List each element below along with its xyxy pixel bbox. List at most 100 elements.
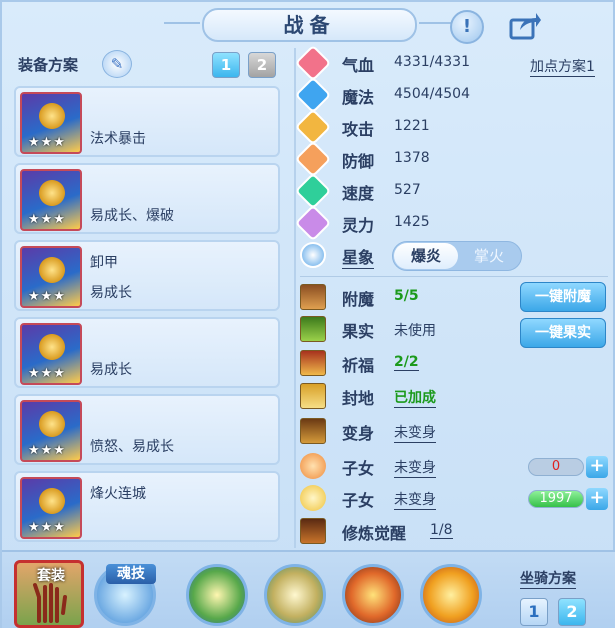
- child-2-progress: 1997: [528, 490, 584, 508]
- stat-name: 封地: [342, 389, 375, 408]
- skill-2-icon[interactable]: [264, 564, 326, 626]
- stat-value: 527: [394, 182, 421, 198]
- star-rating: ★★★: [28, 212, 66, 227]
- mount-plan-tab-2[interactable]: 2: [558, 598, 586, 626]
- equip-line2: 法术暴击: [90, 131, 146, 147]
- star-option-selected[interactable]: 爆炎: [394, 243, 458, 269]
- equip-slot-helmet[interactable]: ★★★ 易成长、爆破: [14, 163, 280, 234]
- stat-value: 1425: [394, 214, 430, 230]
- stat-spirit: 灵力 1425: [294, 204, 600, 242]
- star-sign-toggle[interactable]: 爆炎 掌火: [392, 241, 522, 271]
- one-click-fruit-button[interactable]: 一键果实: [520, 318, 606, 348]
- transform-icon: [300, 418, 326, 444]
- section-separator: [300, 276, 608, 277]
- stat-value: 未变身: [394, 489, 436, 510]
- hand-icon: [33, 583, 67, 623]
- share-icon[interactable]: [508, 10, 542, 44]
- stat-mp: 魔法 4504/4504: [294, 76, 600, 114]
- armor-icon: ★★★: [20, 246, 82, 308]
- weapon-icon: ★★★: [20, 92, 82, 154]
- enhance-transform[interactable]: 变身 未变身: [300, 416, 600, 446]
- mount-plan-tab-1[interactable]: 1: [520, 598, 548, 626]
- helmet-icon: ★★★: [20, 169, 82, 231]
- stat-value: 5/5: [394, 288, 419, 304]
- star-rating: ★★★: [28, 135, 66, 150]
- stat-def: 防御 1378: [294, 140, 600, 178]
- stat-spd: 速度 527: [294, 172, 600, 210]
- stat-name: 修炼觉醒: [342, 524, 407, 543]
- stat-name: 气血: [342, 56, 375, 75]
- stat-name: 附魔: [342, 290, 375, 309]
- stat-name: 灵力: [342, 216, 375, 235]
- star-rating: ★★★: [28, 289, 66, 304]
- belt-icon: ★★★: [20, 400, 82, 462]
- stat-name: 星象: [342, 244, 375, 269]
- fief-icon: [300, 383, 326, 409]
- equip-slot-armor[interactable]: ★★★ 卸甲 易成长: [14, 240, 280, 311]
- heart-icon: [294, 44, 332, 82]
- stat-value: 1221: [394, 118, 430, 134]
- star-rating: ★★★: [28, 443, 66, 458]
- battle-prep-panel: 战备 ! 装备方案 ✎ 1 2 ★★★ 法术暴击 ★★★ 易成长、爆破 ★★★ …: [0, 0, 615, 628]
- stat-value: 已加成: [394, 387, 436, 408]
- spirit-icon: [294, 204, 332, 242]
- edit-pencil-icon[interactable]: ✎: [102, 50, 132, 78]
- equip-plan-tab-2[interactable]: 2: [248, 52, 276, 78]
- equip-line2: 易成长、爆破: [90, 208, 174, 224]
- mount-plan-label[interactable]: 坐骑方案: [520, 568, 576, 589]
- exclamation-icon[interactable]: !: [450, 10, 484, 44]
- child-icon: [300, 485, 326, 511]
- equip-slot-weapon[interactable]: ★★★ 法术暴击: [14, 86, 280, 157]
- stat-value: 未使用: [394, 323, 436, 339]
- stat-name: 子女: [342, 459, 375, 478]
- stat-name: 魔法: [342, 88, 375, 107]
- equip-plan-tab-1[interactable]: 1: [212, 52, 240, 78]
- child-icon: [300, 453, 326, 479]
- stat-name: 祈福: [342, 356, 375, 375]
- star-rating: ★★★: [28, 366, 66, 381]
- cultivate-icon: [300, 518, 326, 544]
- equip-line2: 愤怒、易成长: [90, 439, 174, 455]
- shoes-icon: ★★★: [20, 477, 82, 539]
- equip-line1: 卸甲: [90, 255, 118, 271]
- shield-icon: [294, 140, 332, 178]
- fruit-icon: [300, 316, 326, 342]
- lightning-icon: [294, 172, 332, 210]
- stat-value: 未变身: [394, 422, 436, 443]
- stat-name: 速度: [342, 184, 375, 203]
- star-sign-icon: [300, 242, 326, 268]
- enhance-bless[interactable]: 祈福 2/2: [300, 348, 600, 378]
- suit-button[interactable]: 套装: [14, 560, 84, 628]
- enhance-cultivate[interactable]: 修炼觉醒 1/8: [300, 516, 600, 546]
- stat-hp: 气血 4331/4331: [294, 44, 600, 82]
- equip-line2: 易成长: [90, 362, 132, 378]
- equip-line2: 易成长: [90, 285, 132, 301]
- child-2-plus-button[interactable]: +: [586, 488, 608, 510]
- necklace-icon: ★★★: [20, 323, 82, 385]
- stat-value: 未变身: [394, 457, 436, 478]
- equip-slot-necklace[interactable]: ★★★ 易成长: [14, 317, 280, 388]
- one-click-enchant-button[interactable]: 一键附魔: [520, 282, 606, 312]
- equip-slot-shoes[interactable]: ★★★ 烽火连城: [14, 471, 280, 542]
- stat-atk: 攻击 1221: [294, 108, 600, 146]
- magic-icon: [294, 76, 332, 114]
- stat-name: 变身: [342, 424, 375, 443]
- skill-1-icon[interactable]: [186, 564, 248, 626]
- sword-icon: [294, 108, 332, 146]
- equip-slot-belt[interactable]: ★★★ 愤怒、易成长: [14, 394, 280, 465]
- child-1-progress: 0: [528, 458, 584, 476]
- skill-3-icon[interactable]: [342, 564, 404, 626]
- stat-value: 4331/4331: [394, 54, 470, 70]
- enhance-fief[interactable]: 封地 已加成: [300, 381, 600, 411]
- child-1-plus-button[interactable]: +: [586, 456, 608, 478]
- stat-name: 子女: [342, 491, 375, 510]
- stat-name: 防御: [342, 152, 375, 171]
- skill-4-icon[interactable]: [420, 564, 482, 626]
- star-rating: ★★★: [28, 520, 66, 535]
- stat-value: 1/8: [430, 522, 453, 539]
- enchant-icon: [300, 284, 326, 310]
- stat-name: 攻击: [342, 120, 375, 139]
- stat-value: 4504/4504: [394, 86, 470, 102]
- stat-name: 果实: [342, 322, 375, 341]
- star-option-other[interactable]: 掌火: [457, 243, 521, 269]
